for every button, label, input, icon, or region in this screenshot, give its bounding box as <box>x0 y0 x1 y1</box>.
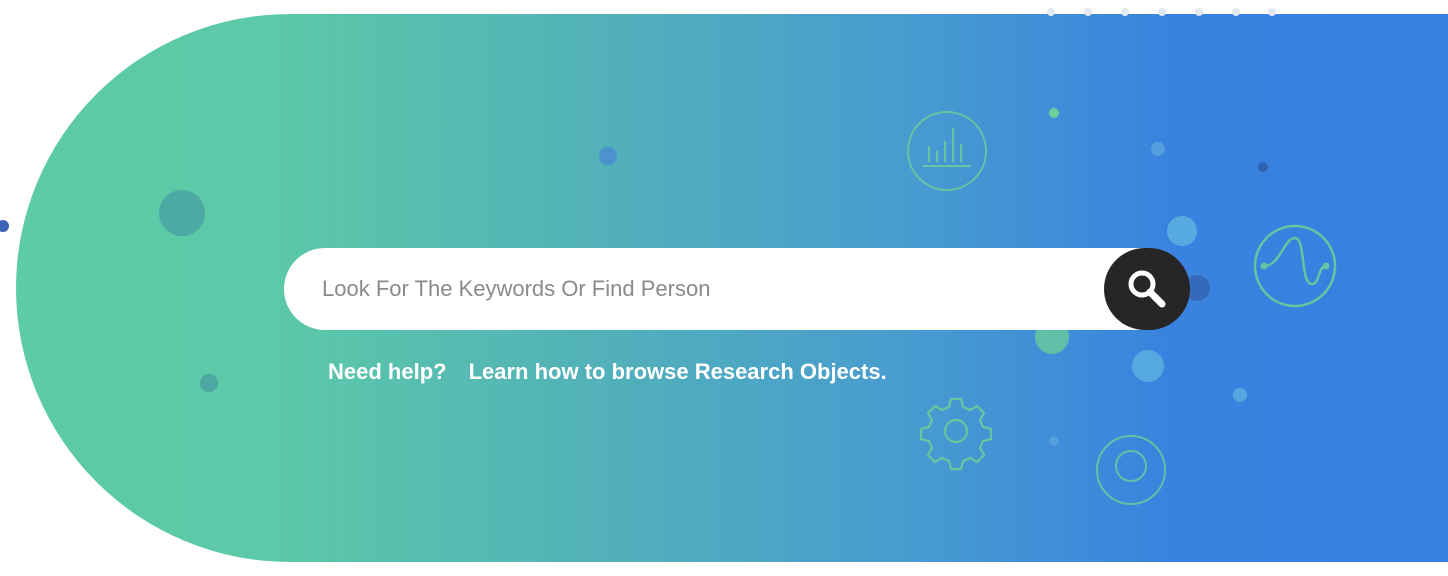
search-input[interactable] <box>322 248 1092 330</box>
help-prefix: Need help? <box>328 359 447 384</box>
search-icon <box>1128 270 1166 308</box>
search-button[interactable] <box>1104 248 1190 330</box>
browse-help-link[interactable]: Learn how to browse Research Objects. <box>469 359 887 384</box>
hero-banner: Need help? Learn how to browse Research O… <box>0 0 1448 576</box>
help-line: Need help? Learn how to browse Research O… <box>328 358 887 386</box>
decor-dot <box>0 220 9 232</box>
search-bar <box>284 248 1190 330</box>
